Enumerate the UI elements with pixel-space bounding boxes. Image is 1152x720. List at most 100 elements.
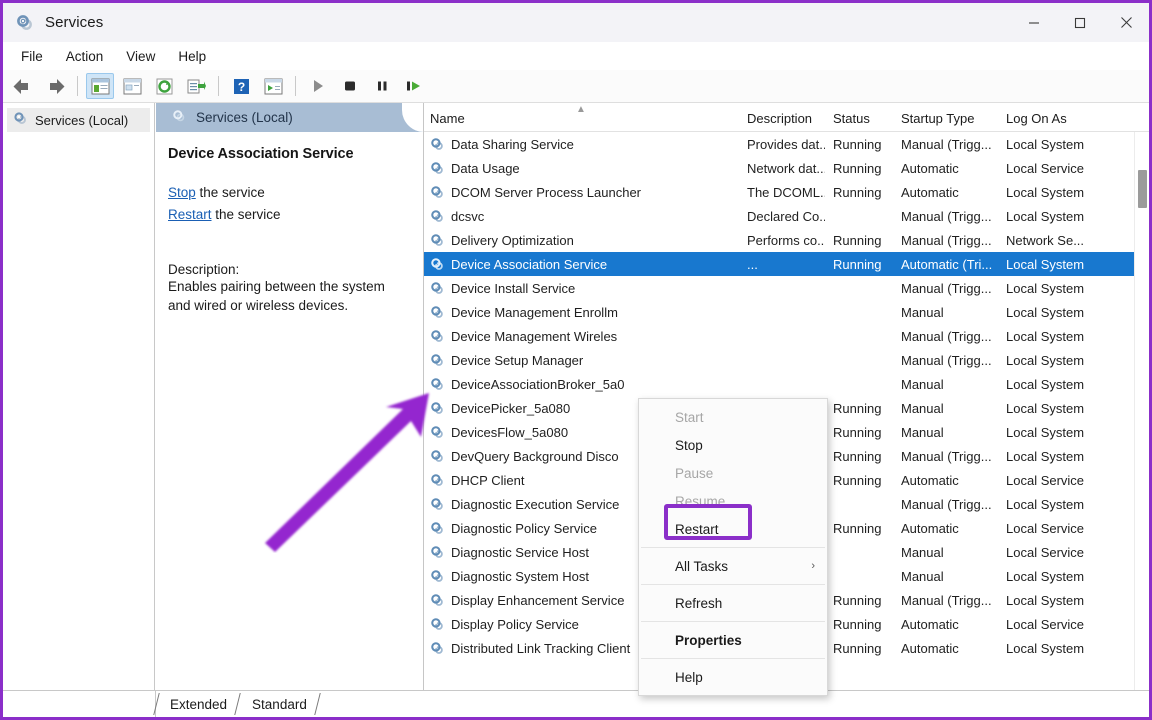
console-tree-icon[interactable] xyxy=(86,73,114,99)
play-icon[interactable] xyxy=(304,73,332,99)
column-header-logon[interactable]: Log On As xyxy=(998,111,1106,131)
toolbar-separator-2 xyxy=(218,76,219,96)
cell-logon: Local System xyxy=(998,641,1106,656)
cell-status: Running xyxy=(825,425,893,440)
refresh-icon[interactable] xyxy=(150,73,178,99)
context-menu-item-label: Restart xyxy=(675,522,719,537)
service-name-label: Diagnostic Execution Service xyxy=(451,497,619,512)
table-row-selected[interactable]: Device Association Service...RunningAuto… xyxy=(424,252,1149,276)
cell-description: Provides dat... xyxy=(739,137,825,152)
svg-text:?: ? xyxy=(237,80,244,94)
tab-extended[interactable]: Extended xyxy=(156,691,238,717)
table-row[interactable]: Device Management EnrollmManualLocal Sys… xyxy=(424,300,1149,324)
context-menu-item-label: Start xyxy=(675,410,704,425)
cell-name: Data Usage xyxy=(424,161,739,176)
context-menu-item-help[interactable]: Help xyxy=(639,663,827,691)
action-pane-icon[interactable] xyxy=(118,73,146,99)
context-menu-item-resume: Resume xyxy=(639,487,827,515)
stop-icon[interactable] xyxy=(336,73,364,99)
context-menu-item-start: Start xyxy=(639,403,827,431)
table-row[interactable]: Data UsageNetwork dat...RunningAutomatic… xyxy=(424,156,1149,180)
context-menu-item-label: Properties xyxy=(675,633,742,648)
column-header-startup[interactable]: Startup Type xyxy=(893,111,998,131)
service-name-label: Device Management Wireles xyxy=(451,329,617,344)
tab-standard[interactable]: Standard xyxy=(238,691,318,717)
cell-status: Running xyxy=(825,137,893,152)
service-gear-icon xyxy=(430,185,445,200)
cell-startup: Manual xyxy=(893,377,998,392)
tree-item-services-local[interactable]: Services (Local) xyxy=(7,108,150,132)
cell-status: Running xyxy=(825,233,893,248)
context-menu-item-label: Resume xyxy=(675,494,725,509)
cell-name: Device Management Enrollm xyxy=(424,305,739,320)
service-name-label: DevicesFlow_5a080 xyxy=(451,425,568,440)
service-name-label: DCOM Server Process Launcher xyxy=(451,185,641,200)
close-icon[interactable] xyxy=(1103,3,1149,42)
restart-service-link[interactable]: Restart xyxy=(168,207,212,222)
help-icon[interactable]: ? xyxy=(227,73,255,99)
context-menu-item-label: Help xyxy=(675,670,703,685)
forward-arrow-icon[interactable] xyxy=(41,73,69,99)
context-menu-item-stop[interactable]: Stop xyxy=(639,431,827,459)
column-header-status[interactable]: Status xyxy=(825,111,893,131)
service-action-links: Stop the service Restart the service xyxy=(168,182,409,226)
menu-help[interactable]: Help xyxy=(168,46,216,67)
cell-status: Running xyxy=(825,257,893,272)
table-row[interactable]: Delivery OptimizationPerforms co...Runni… xyxy=(424,228,1149,252)
context-menu: StartStopPauseResumeRestartAll Tasks›Ref… xyxy=(638,398,828,696)
service-gear-icon xyxy=(430,377,445,392)
column-header-name[interactable]: Name xyxy=(424,111,739,131)
context-menu-item-properties[interactable]: Properties xyxy=(639,626,827,654)
column-header-description[interactable]: Description xyxy=(739,111,825,131)
cell-logon: Local System xyxy=(998,569,1106,584)
table-row[interactable]: Device Setup ManagerManual (Trigg...Loca… xyxy=(424,348,1149,372)
table-row[interactable]: Device Install ServiceManual (Trigg...Lo… xyxy=(424,276,1149,300)
cell-logon: Local System xyxy=(998,353,1106,368)
context-menu-item-refresh[interactable]: Refresh xyxy=(639,589,827,617)
vertical-scrollbar[interactable] xyxy=(1134,132,1149,690)
cell-logon: Local System xyxy=(998,329,1106,344)
toolbar-separator-1 xyxy=(77,76,78,96)
cell-startup: Manual xyxy=(893,425,998,440)
export-list-icon[interactable] xyxy=(182,73,210,99)
minimize-icon[interactable] xyxy=(1011,3,1057,42)
cell-name: Device Association Service xyxy=(424,257,739,272)
menu-file[interactable]: File xyxy=(11,46,53,67)
selected-service-title: Device Association Service xyxy=(168,146,409,162)
service-name-label: Delivery Optimization xyxy=(451,233,574,248)
service-gear-icon xyxy=(430,161,445,176)
service-gear-icon xyxy=(430,329,445,344)
restart-icon[interactable] xyxy=(400,73,428,99)
services-gear-icon xyxy=(15,13,35,33)
table-row[interactable]: dcsvcDeclared Co...Manual (Trigg...Local… xyxy=(424,204,1149,228)
pause-icon[interactable] xyxy=(368,73,396,99)
service-gear-icon xyxy=(430,233,445,248)
service-name-label: Device Install Service xyxy=(451,281,575,296)
table-row[interactable]: Data Sharing Service Provides dat...Runni… xyxy=(424,132,1149,156)
context-menu-separator xyxy=(641,584,825,585)
context-menu-item-all-tasks[interactable]: All Tasks› xyxy=(639,552,827,580)
back-arrow-icon[interactable] xyxy=(9,73,37,99)
context-menu-separator xyxy=(641,547,825,548)
service-name-label: Display Enhancement Service xyxy=(451,593,624,608)
service-name-label: Data Sharing Service xyxy=(451,137,574,152)
service-name-label: Diagnostic System Host xyxy=(451,569,589,584)
menu-view[interactable]: View xyxy=(116,46,165,67)
stop-service-link[interactable]: Stop xyxy=(168,185,196,200)
tabs-left-stub xyxy=(3,691,156,717)
cell-startup: Manual xyxy=(893,401,998,416)
cell-logon: Local System xyxy=(998,185,1106,200)
window-title: Services xyxy=(45,14,103,31)
cell-logon: Local System xyxy=(998,257,1106,272)
table-row[interactable]: DeviceAssociationBroker_5a0ManualLocal S… xyxy=(424,372,1149,396)
cell-name: Device Setup Manager xyxy=(424,353,739,368)
properties-icon[interactable] xyxy=(259,73,287,99)
scrollbar-thumb[interactable] xyxy=(1138,170,1147,208)
cell-startup: Automatic (Tri... xyxy=(893,257,998,272)
table-row[interactable]: Device Management WirelesManual (Trigg..… xyxy=(424,324,1149,348)
maximize-icon[interactable] xyxy=(1057,3,1103,42)
menu-action[interactable]: Action xyxy=(56,46,114,67)
table-row[interactable]: DCOM Server Process LauncherThe DCOML...… xyxy=(424,180,1149,204)
cell-description: ... xyxy=(739,257,825,272)
context-menu-item-restart[interactable]: Restart xyxy=(639,515,827,543)
